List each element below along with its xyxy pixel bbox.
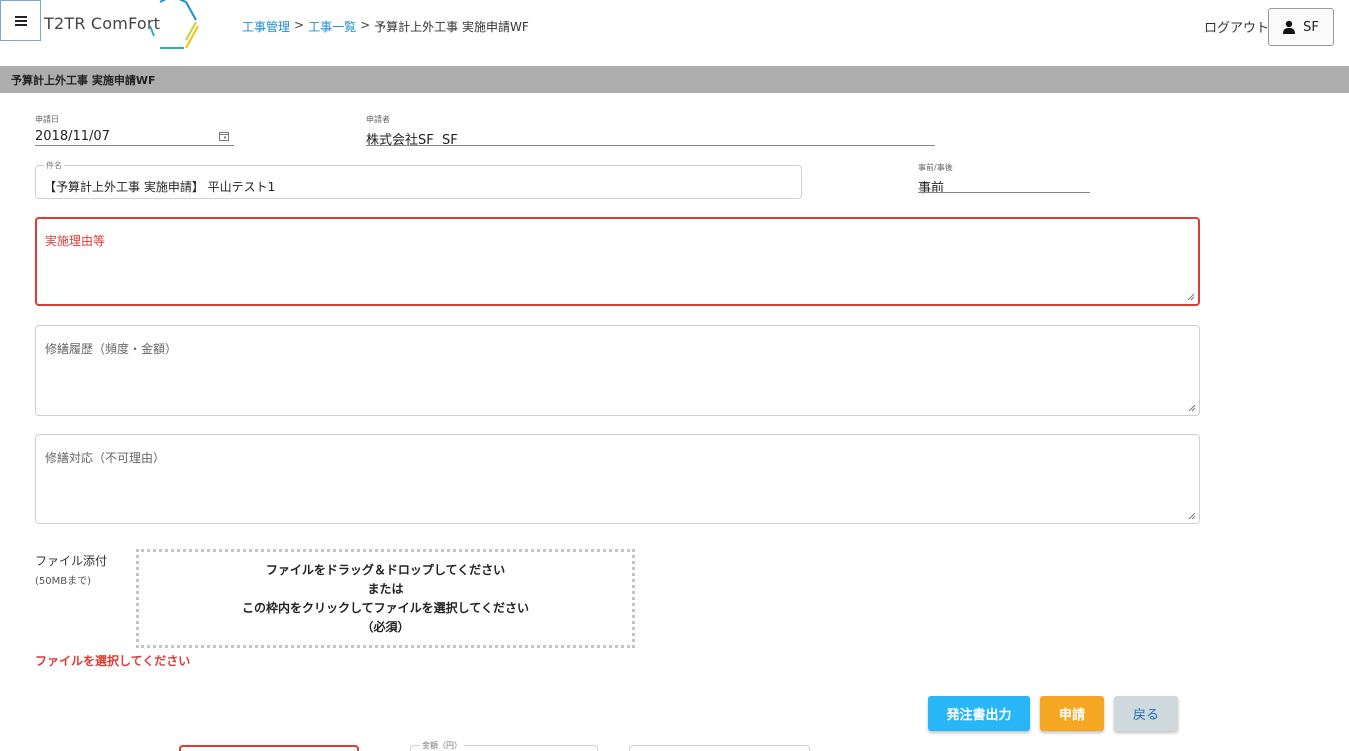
subject-label: 件名	[44, 160, 64, 171]
dropzone-text-line1: ファイルをドラッグ＆ドロップしてください	[265, 562, 506, 577]
timing-select[interactable]: 事前	[918, 177, 944, 196]
timing-label: 事前/事後	[918, 163, 953, 172]
apply-date-field[interactable]: 2018/11/07	[35, 129, 110, 144]
breadcrumb-link-construction-list[interactable]: 工事一覧	[308, 18, 356, 35]
dropzone-text-line2: または	[367, 581, 404, 596]
applicant-label: 申請者	[366, 115, 390, 124]
file-size-limit: (50MBまで)	[35, 576, 92, 587]
hamburger-icon	[14, 15, 27, 26]
file-error-message: ファイルを選択してください	[35, 654, 191, 668]
user-name: SF	[1303, 19, 1319, 35]
apply-date-label: 申請日	[35, 115, 59, 124]
menu-button[interactable]	[0, 0, 41, 41]
app-header: T2TR ComFort 工事管理 > 工事一覧 > 予算計上外工事 実施申請W…	[0, 0, 1349, 66]
breadcrumb-link-construction-management[interactable]: 工事管理	[242, 18, 290, 35]
timing-underline	[918, 192, 1090, 193]
logout-link[interactable]: ログアウト	[1204, 17, 1269, 36]
apply-button[interactable]: 申請	[1040, 696, 1104, 731]
bottom-required-field[interactable]	[179, 745, 359, 751]
order-output-button[interactable]: 発注書出力	[928, 696, 1030, 731]
user-icon	[1283, 20, 1296, 34]
calendar-icon[interactable]	[219, 131, 229, 141]
repair-history-placeholder: 修繕履歴（頻度・金額）	[45, 342, 178, 356]
repair-history-textarea[interactable]: 修繕履歴（頻度・金額）	[35, 325, 1200, 416]
subject-field[interactable]: 件名 【予算計上外工事 実施申請】 平山テスト1	[35, 160, 802, 199]
apply-date-underline	[35, 145, 234, 146]
section-title-bar: 予算計上外工事 実施申請WF	[0, 66, 1349, 93]
breadcrumb-separator: >	[360, 18, 371, 32]
reason-placeholder: 実施理由等	[45, 234, 106, 248]
breadcrumb-separator: >	[294, 18, 305, 32]
resize-handle-icon[interactable]	[1188, 404, 1196, 412]
breadcrumb: 工事管理 > 工事一覧 > 予算計上外工事 実施申請WF	[242, 18, 529, 35]
file-dropzone[interactable]: ファイルをドラッグ＆ドロップしてください または この枠内をクリックしてファイル…	[136, 549, 635, 648]
file-attachment-label: ファイル添付	[35, 554, 108, 568]
repair-response-textarea[interactable]: 修繕対応（不可理由）	[35, 434, 1200, 524]
applicant-underline	[366, 145, 935, 146]
reason-textarea[interactable]: 実施理由等	[35, 217, 1200, 306]
section-title: 予算計上外工事 実施申請WF	[11, 73, 156, 87]
hexagon-logo-icon	[149, 0, 199, 49]
bottom-field[interactable]	[629, 745, 810, 751]
user-menu-button[interactable]: SF	[1268, 8, 1334, 46]
amount-label: 金額（円）	[420, 740, 464, 751]
resize-handle-icon[interactable]	[1187, 293, 1195, 301]
breadcrumb-current: 予算計上外工事 実施申請WF	[374, 20, 529, 34]
subject-value: 【予算計上外工事 実施申請】 平山テスト1	[44, 180, 276, 194]
app-logo[interactable]: T2TR ComFort	[44, 0, 204, 52]
resize-handle-icon[interactable]	[1188, 512, 1196, 520]
dropzone-text-line4: （必須）	[361, 619, 410, 634]
back-button[interactable]: 戻る	[1114, 696, 1178, 731]
dropzone-text-line3: この枠内をクリックしてファイルを選択してください	[242, 600, 529, 615]
repair-response-placeholder: 修繕対応（不可理由）	[45, 451, 166, 465]
